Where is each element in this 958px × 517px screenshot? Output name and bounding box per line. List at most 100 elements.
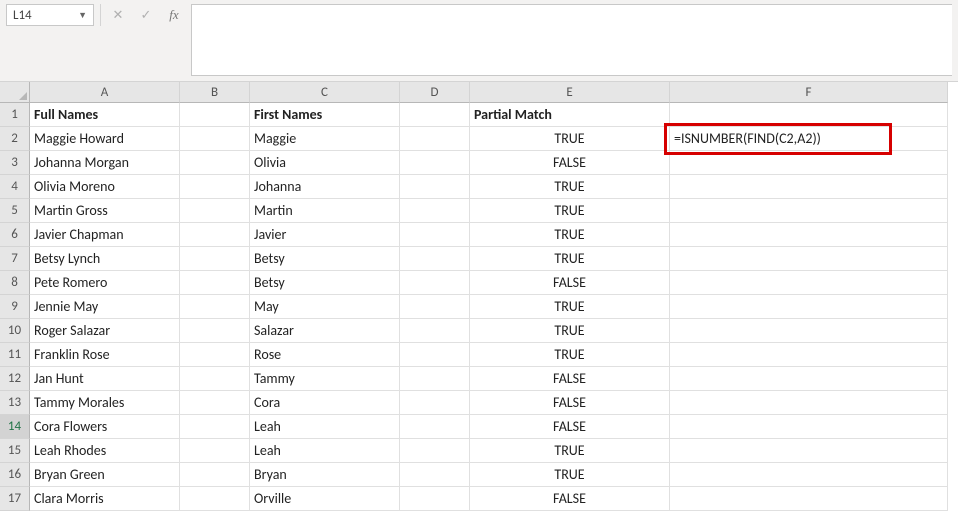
cell-F12[interactable] xyxy=(670,367,948,391)
cell-C8[interactable]: Betsy xyxy=(250,271,400,295)
cell-D17[interactable] xyxy=(400,487,470,511)
cell-E11[interactable]: TRUE xyxy=(470,343,670,367)
cell-B14[interactable] xyxy=(180,415,250,439)
cell-B17[interactable] xyxy=(180,487,250,511)
cell-F7[interactable] xyxy=(670,247,948,271)
cell-E14[interactable]: FALSE xyxy=(470,415,670,439)
cell-A12[interactable]: Jan Hunt xyxy=(30,367,180,391)
cell-F17[interactable] xyxy=(670,487,948,511)
cell-A6[interactable]: Javier Chapman xyxy=(30,223,180,247)
cell-A17[interactable]: Clara Morris xyxy=(30,487,180,511)
cell-D7[interactable] xyxy=(400,247,470,271)
cell-E7[interactable]: TRUE xyxy=(470,247,670,271)
cell-C9[interactable]: May xyxy=(250,295,400,319)
column-header[interactable]: C xyxy=(250,82,400,103)
cell-E5[interactable]: TRUE xyxy=(470,199,670,223)
row-header[interactable]: 6 xyxy=(0,223,30,247)
cell-D8[interactable] xyxy=(400,271,470,295)
cell-C11[interactable]: Rose xyxy=(250,343,400,367)
cell-E17[interactable]: FALSE xyxy=(470,487,670,511)
cell-F1[interactable] xyxy=(670,103,948,127)
cell-D9[interactable] xyxy=(400,295,470,319)
cell-C2[interactable]: Maggie xyxy=(250,127,400,151)
cell-B11[interactable] xyxy=(180,343,250,367)
column-header[interactable]: A xyxy=(30,82,180,103)
row-header[interactable]: 17 xyxy=(0,487,30,511)
cell-F13[interactable] xyxy=(670,391,948,415)
cell-E8[interactable]: FALSE xyxy=(470,271,670,295)
column-header[interactable]: F xyxy=(670,82,948,103)
cell-D1[interactable] xyxy=(400,103,470,127)
cell-A13[interactable]: Tammy Morales xyxy=(30,391,180,415)
cell-D13[interactable] xyxy=(400,391,470,415)
row-header[interactable]: 3 xyxy=(0,151,30,175)
cell-D10[interactable] xyxy=(400,319,470,343)
cell-A10[interactable]: Roger Salazar xyxy=(30,319,180,343)
cell-E15[interactable]: TRUE xyxy=(470,439,670,463)
cell-B6[interactable] xyxy=(180,223,250,247)
cell-A9[interactable]: Jennie May xyxy=(30,295,180,319)
cell-C13[interactable]: Cora xyxy=(250,391,400,415)
cell-D16[interactable] xyxy=(400,463,470,487)
cell-C16[interactable]: Bryan xyxy=(250,463,400,487)
cell-B7[interactable] xyxy=(180,247,250,271)
row-header[interactable]: 1 xyxy=(0,103,30,127)
cell-E6[interactable]: TRUE xyxy=(470,223,670,247)
row-header[interactable]: 13 xyxy=(0,391,30,415)
cell-A16[interactable]: Bryan Green xyxy=(30,463,180,487)
cell-A1[interactable]: Full Names xyxy=(30,103,180,127)
select-all-corner[interactable] xyxy=(0,82,30,103)
cell-A14[interactable]: Cora Flowers xyxy=(30,415,180,439)
row-header[interactable]: 9 xyxy=(0,295,30,319)
cell-E2[interactable]: TRUE xyxy=(470,127,670,151)
cell-E10[interactable]: TRUE xyxy=(470,319,670,343)
row-header[interactable]: 12 xyxy=(0,367,30,391)
cell-D2[interactable] xyxy=(400,127,470,151)
row-header[interactable]: 14 xyxy=(0,415,30,439)
name-box[interactable]: L14 ▼ xyxy=(6,4,94,26)
cell-C17[interactable]: Orville xyxy=(250,487,400,511)
cell-A11[interactable]: Franklin Rose xyxy=(30,343,180,367)
cell-F3[interactable] xyxy=(670,151,948,175)
cell-A8[interactable]: Pete Romero xyxy=(30,271,180,295)
spreadsheet-grid[interactable]: ABCDEF1Full NamesFirst NamesPartial Matc… xyxy=(0,82,958,511)
cell-C3[interactable]: Olivia xyxy=(250,151,400,175)
cell-F16[interactable] xyxy=(670,463,948,487)
cell-B3[interactable] xyxy=(180,151,250,175)
cell-E12[interactable]: FALSE xyxy=(470,367,670,391)
cell-D15[interactable] xyxy=(400,439,470,463)
cell-E9[interactable]: TRUE xyxy=(470,295,670,319)
column-header[interactable]: E xyxy=(470,82,670,103)
cell-D5[interactable] xyxy=(400,199,470,223)
row-header[interactable]: 10 xyxy=(0,319,30,343)
cell-F5[interactable] xyxy=(670,199,948,223)
column-header[interactable]: B xyxy=(180,82,250,103)
cell-D11[interactable] xyxy=(400,343,470,367)
cell-A15[interactable]: Leah Rhodes xyxy=(30,439,180,463)
cell-D14[interactable] xyxy=(400,415,470,439)
cell-B10[interactable] xyxy=(180,319,250,343)
cell-C15[interactable]: Leah xyxy=(250,439,400,463)
cell-D3[interactable] xyxy=(400,151,470,175)
cell-A3[interactable]: Johanna Morgan xyxy=(30,151,180,175)
cell-B8[interactable] xyxy=(180,271,250,295)
cell-C5[interactable]: Martin xyxy=(250,199,400,223)
cell-F14[interactable] xyxy=(670,415,948,439)
cell-C1[interactable]: First Names xyxy=(250,103,400,127)
cell-A4[interactable]: Olivia Moreno xyxy=(30,175,180,199)
cell-F10[interactable] xyxy=(670,319,948,343)
row-header[interactable]: 4 xyxy=(0,175,30,199)
cell-A7[interactable]: Betsy Lynch xyxy=(30,247,180,271)
row-header[interactable]: 8 xyxy=(0,271,30,295)
row-header[interactable]: 7 xyxy=(0,247,30,271)
cell-E13[interactable]: FALSE xyxy=(470,391,670,415)
chevron-down-icon[interactable]: ▼ xyxy=(78,10,87,21)
cell-B4[interactable] xyxy=(180,175,250,199)
cell-F6[interactable] xyxy=(670,223,948,247)
cell-E3[interactable]: FALSE xyxy=(470,151,670,175)
cell-B13[interactable] xyxy=(180,391,250,415)
cell-D12[interactable] xyxy=(400,367,470,391)
cell-F15[interactable] xyxy=(670,439,948,463)
cell-C4[interactable]: Johanna xyxy=(250,175,400,199)
cell-F2[interactable]: =ISNUMBER(FIND(C2,A2)) xyxy=(670,127,948,151)
